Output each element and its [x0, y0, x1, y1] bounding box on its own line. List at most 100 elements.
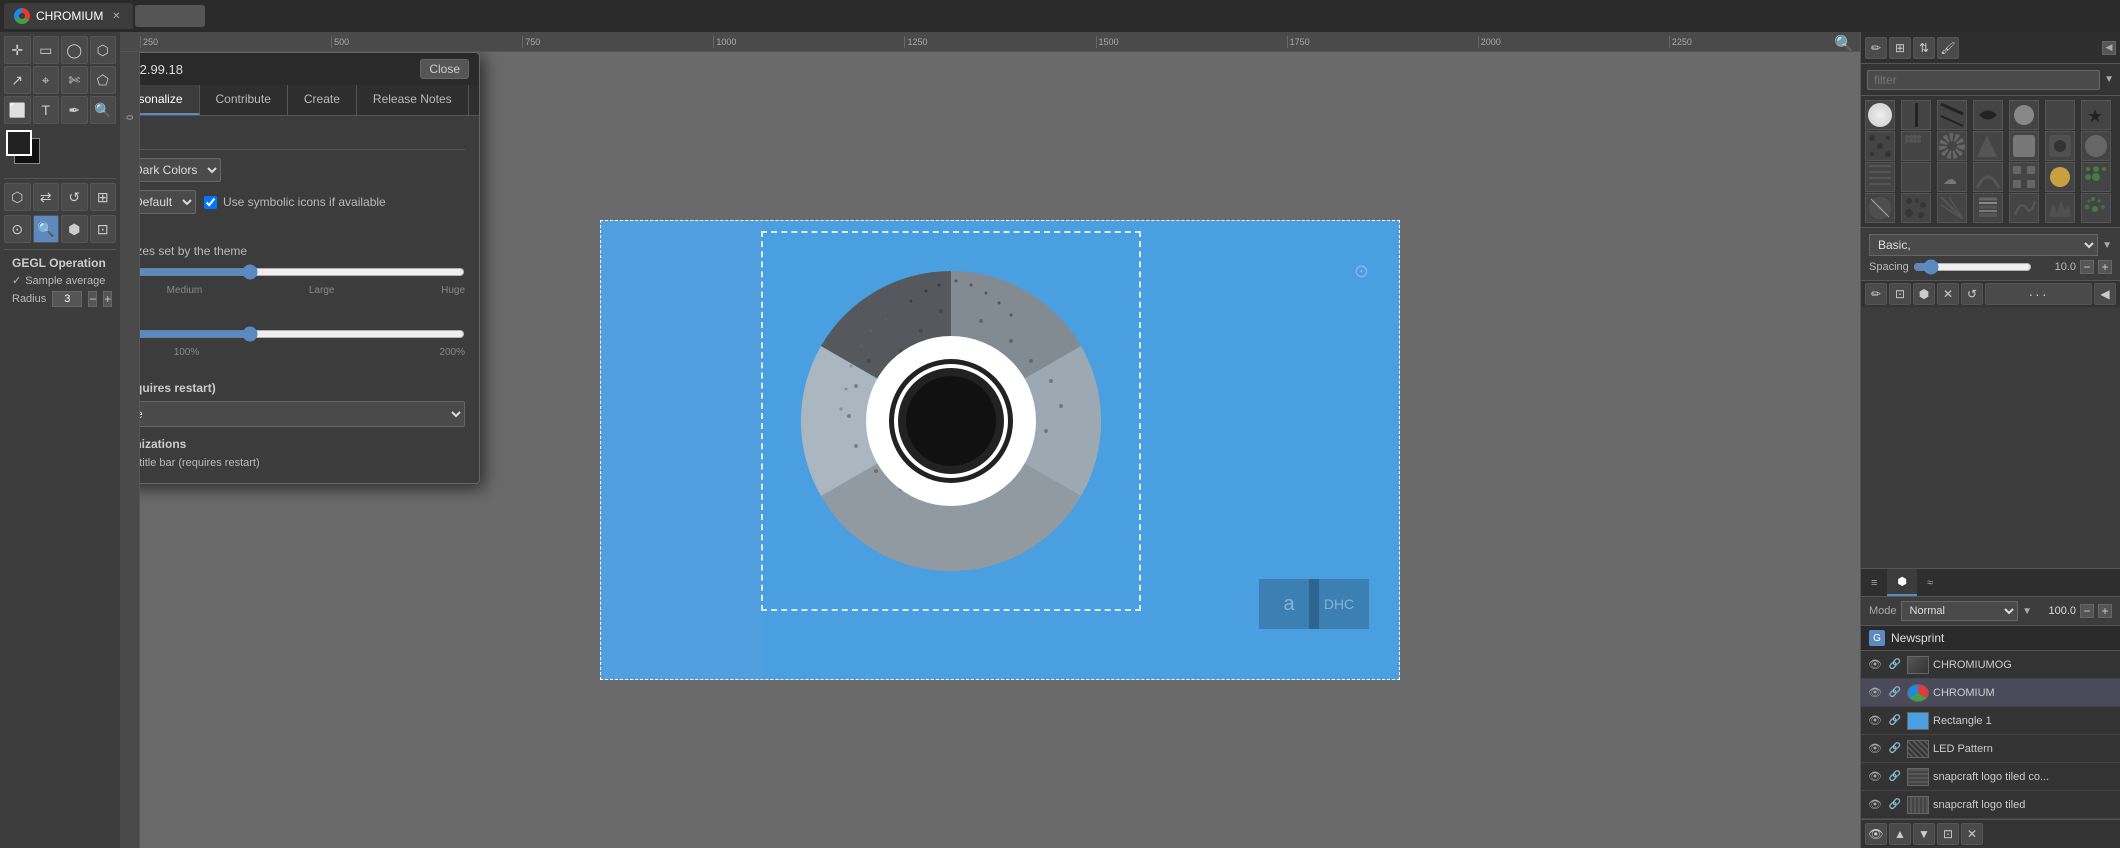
- rect-select-tool[interactable]: ▭: [33, 36, 60, 64]
- font-size-slider[interactable]: [140, 326, 465, 342]
- layer-item-rectangle[interactable]: 👁 🔗 Rectangle 1: [1861, 707, 2120, 735]
- layer-item-led[interactable]: 👁 🔗 LED Pattern: [1861, 735, 2120, 763]
- brush-cell-17[interactable]: ☁: [1937, 162, 1967, 192]
- rp-paint-btn[interactable]: 🖌: [1937, 37, 1959, 59]
- spacing-minus-btn[interactable]: −: [2080, 260, 2094, 274]
- brush-cell-26[interactable]: [2009, 193, 2039, 223]
- text-tool[interactable]: T: [33, 96, 60, 124]
- layer-eye-snapcraft[interactable]: 👁: [1867, 797, 1883, 813]
- color-scheme-select[interactable]: Dark Colors: [140, 158, 221, 182]
- brush-cell-15[interactable]: [1865, 162, 1895, 192]
- brush-cell-7[interactable]: ★: [2081, 100, 2111, 130]
- quick-mask-btn[interactable]: ⬡: [4, 183, 31, 211]
- brush-cell-13[interactable]: [2045, 131, 2075, 161]
- opacity-plus-btn[interactable]: +: [2098, 604, 2112, 618]
- scissors-select[interactable]: ✄: [61, 66, 88, 94]
- layer-delete-btn[interactable]: ✕: [1961, 823, 1983, 845]
- move-tool[interactable]: ✛: [4, 36, 31, 64]
- brush-cell-4[interactable]: [1973, 100, 2003, 130]
- radius-plus-btn[interactable]: +: [103, 291, 112, 307]
- brush-cell-21[interactable]: [2081, 162, 2111, 192]
- fuzzy-select[interactable]: ↗: [4, 66, 31, 94]
- layer-eye-chromium[interactable]: 👁: [1867, 685, 1883, 701]
- override-icon-label[interactable]: Override icon sizes set by the theme: [140, 244, 465, 258]
- tab-personalize[interactable]: Personalize: [140, 85, 200, 115]
- tab-contribute[interactable]: Contribute: [200, 85, 288, 115]
- tab-create[interactable]: Create: [288, 85, 357, 115]
- layer-item-chromium[interactable]: 👁 🔗 CHROMIUM: [1861, 679, 2120, 707]
- rp-arrows-btn[interactable]: ⇅: [1913, 37, 1935, 59]
- brush-cell-2[interactable]: [1901, 100, 1931, 130]
- brush-cell-23[interactable]: [1901, 193, 1931, 223]
- swap-colors-btn[interactable]: ⇄: [33, 183, 60, 211]
- transform-btn[interactable]: ⬢: [61, 215, 88, 243]
- brush-preset-select[interactable]: Basic,: [1869, 234, 2098, 256]
- brush-delete-btn[interactable]: ✕: [1937, 283, 1959, 305]
- symbolic-icons-checkbox[interactable]: [204, 196, 217, 209]
- zoom-icon[interactable]: 🔍: [1834, 34, 1854, 54]
- opacity-minus-btn[interactable]: −: [2080, 604, 2094, 618]
- panel-right-collapse[interactable]: ◀: [2094, 283, 2116, 305]
- brush-more-btn[interactable]: ···: [1985, 283, 2092, 305]
- pen-tool[interactable]: ✒: [61, 96, 88, 124]
- brush-cell-28[interactable]: [2081, 193, 2111, 223]
- gui-lang-select[interactable]: System Language: [140, 401, 465, 427]
- layer-item-chromiumog[interactable]: 👁 🔗 CHROMIUMOG: [1861, 651, 2120, 679]
- dialog-close-button[interactable]: Close: [420, 59, 469, 79]
- rp-collapse-btn[interactable]: ◀: [2102, 41, 2116, 55]
- layer-eye-rectangle[interactable]: 👁: [1867, 713, 1883, 729]
- filter-arrow-icon[interactable]: ▼: [2104, 74, 2114, 85]
- brush-copy-btn[interactable]: ⊡: [1889, 283, 1911, 305]
- align-tool[interactable]: ⬜: [4, 96, 31, 124]
- brush-cell-3[interactable]: [1937, 100, 1967, 130]
- layer-eye-snapcraft-co[interactable]: 👁: [1867, 769, 1883, 785]
- canvas-container[interactable]: ⊙ a DHC Welcome to GIMP 2.99.18 Close We…: [140, 52, 1860, 848]
- zoom-tool[interactable]: 🔍: [90, 96, 117, 124]
- blank-tab[interactable]: [135, 5, 205, 27]
- layer-item-snapcraft-co[interactable]: 👁 🔗 snapcraft logo tiled co...: [1861, 763, 2120, 791]
- active-tab[interactable]: CHROMIUM ✕: [4, 3, 133, 29]
- brush-preset-arrow[interactable]: ▼: [2102, 240, 2112, 251]
- navigate-btn[interactable]: ⊙: [4, 215, 31, 243]
- layer-duplicate-btn[interactable]: ⊡: [1937, 823, 1959, 845]
- layer-item-snapcraft[interactable]: 👁 🔗 snapcraft logo tiled: [1861, 791, 2120, 819]
- rp-grid-btn[interactable]: ⊞: [1889, 37, 1911, 59]
- new-image-btn[interactable]: ⊞: [90, 183, 117, 211]
- radius-minus-btn[interactable]: −: [88, 291, 97, 307]
- rp-pencil-btn[interactable]: ✏: [1865, 37, 1887, 59]
- brush-cell-8[interactable]: [1865, 131, 1895, 161]
- brush-refresh-btn[interactable]: ↺: [1961, 283, 1983, 305]
- brush-cell-6[interactable]: [2045, 100, 2075, 130]
- icon-size-slider[interactable]: [140, 264, 465, 280]
- brush-filter-input[interactable]: [1867, 70, 2100, 90]
- select-by-color[interactable]: ⌖: [33, 66, 60, 94]
- brush-cell-27[interactable]: [2045, 193, 2075, 223]
- symbolic-icons-label[interactable]: Use symbolic icons if available: [204, 195, 386, 209]
- radius-input[interactable]: [52, 291, 82, 307]
- brush-cell-19[interactable]: [2009, 162, 2039, 192]
- free-select-tool[interactable]: ⬡: [90, 36, 117, 64]
- brush-cell-25[interactable]: [1973, 193, 2003, 223]
- brush-cell-11[interactable]: [1973, 131, 2003, 161]
- brush-cell-5[interactable]: [2009, 100, 2039, 130]
- spacing-plus-btn[interactable]: +: [2098, 260, 2112, 274]
- reset-colors-btn[interactable]: ↺: [61, 183, 88, 211]
- layer-up-btn[interactable]: ▲: [1889, 823, 1911, 845]
- spacing-slider[interactable]: [1913, 261, 2032, 273]
- brush-cell-16[interactable]: [1901, 162, 1931, 192]
- icon-theme-select[interactable]: Default: [140, 190, 196, 214]
- layer-eye-led[interactable]: 👁: [1867, 741, 1883, 757]
- ellipse-select-tool[interactable]: ◯: [61, 36, 88, 64]
- layers-tab-layers[interactable]: ⬢: [1887, 569, 1917, 596]
- brush-cell-20[interactable]: [2045, 162, 2075, 192]
- foreground-color-swatch[interactable]: [6, 130, 32, 156]
- active-tool[interactable]: 🔍: [33, 215, 60, 243]
- extra-btn[interactable]: ⊡: [90, 215, 117, 243]
- layer-add-btn[interactable]: 👁: [1865, 823, 1887, 845]
- brush-cell-24[interactable]: [1937, 193, 1967, 223]
- brush-cell-9[interactable]: [1901, 131, 1931, 161]
- brush-cell-22[interactable]: [1865, 193, 1895, 223]
- tab-close-btn[interactable]: ✕: [109, 9, 123, 23]
- brush-cell-10[interactable]: [1937, 131, 1967, 161]
- brush-cell-1[interactable]: [1865, 100, 1895, 130]
